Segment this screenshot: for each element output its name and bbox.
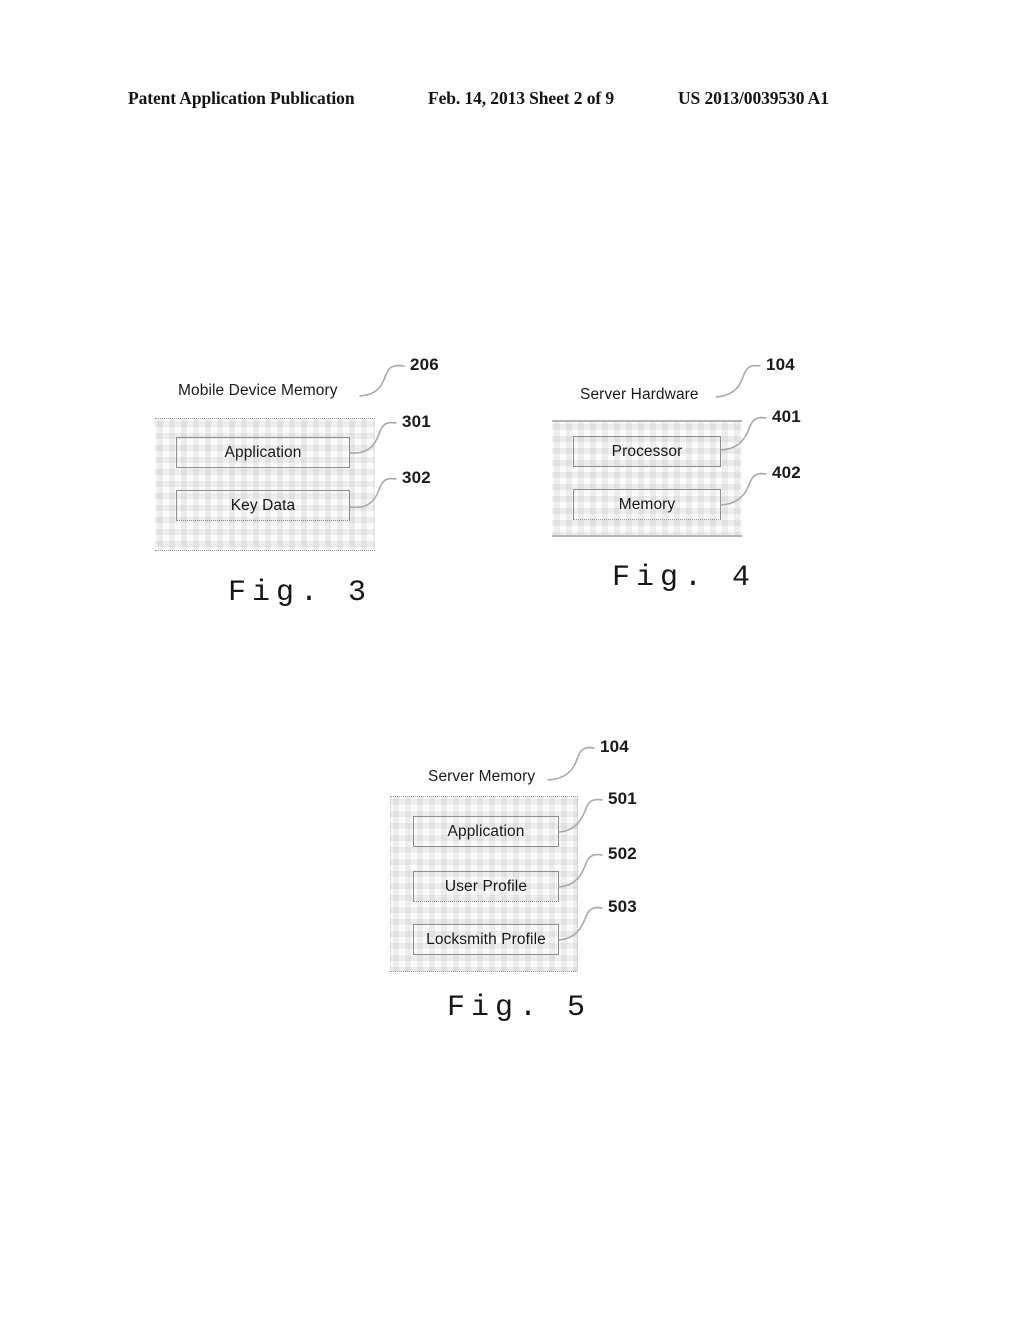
figure-4-item-memory: Memory — [573, 489, 721, 520]
figure-4-ref-401: 401 — [772, 407, 801, 426]
header-publication-label: Patent Application Publication — [128, 88, 355, 108]
leader-104-fig4 — [715, 364, 761, 398]
page-header: Patent Application Publication Feb. 14, … — [128, 88, 896, 112]
leader-206 — [359, 364, 405, 397]
figure-3-item-key-data-label: Key Data — [230, 496, 296, 514]
figure-4-caption: Fig. 4 — [612, 561, 757, 595]
figure-5-item-user-profile: User Profile — [413, 871, 559, 902]
figure-3-block-title: Mobile Device Memory — [178, 382, 338, 399]
figure-4-item-processor: Processor — [573, 436, 721, 467]
figure-5-item-locksmith-profile-label: Locksmith Profile — [426, 930, 546, 948]
figure-3-item-key-data: Key Data — [176, 490, 350, 521]
figure-4-block-title: Server Hardware — [580, 386, 699, 403]
patent-drawing-page: Patent Application Publication Feb. 14, … — [0, 0, 1024, 1320]
figure-3-item-application: Application — [176, 437, 350, 468]
figure-4-item-memory-label: Memory — [618, 495, 676, 513]
figure-5-item-user-profile-label: User Profile — [444, 877, 528, 895]
figure-3-ref-302: 302 — [402, 468, 431, 487]
header-date-sheet-label: Feb. 14, 2013 Sheet 2 of 9 — [428, 88, 614, 108]
figure-5-ref-501: 501 — [608, 789, 637, 808]
figure-3-ref-301: 301 — [402, 412, 431, 431]
figure-4-ref-402: 402 — [772, 463, 801, 482]
figure-5-item-application: Application — [413, 816, 559, 847]
figure-5-caption: Fig. 5 — [447, 991, 592, 1025]
figure-3-caption: Fig. 3 — [228, 576, 373, 610]
figure-5-block-title: Server Memory — [428, 768, 536, 785]
figure-5-ref-104: 104 — [600, 737, 629, 756]
figure-5-ref-503: 503 — [608, 897, 637, 916]
leader-lines-overlay — [349, 364, 767, 941]
figure-4-item-processor-label: Processor — [611, 442, 683, 460]
leader-104-fig5 — [547, 746, 595, 781]
figure-5-ref-502: 502 — [608, 844, 637, 863]
figure-3-ref-206: 206 — [410, 355, 439, 374]
figure-5-item-locksmith-profile: Locksmith Profile — [413, 924, 559, 955]
figure-5-item-application-label: Application — [447, 822, 525, 840]
figure-4-ref-104: 104 — [766, 355, 795, 374]
figure-3-item-application-label: Application — [224, 443, 302, 461]
header-publication-number: US 2013/0039530 A1 — [678, 88, 829, 108]
